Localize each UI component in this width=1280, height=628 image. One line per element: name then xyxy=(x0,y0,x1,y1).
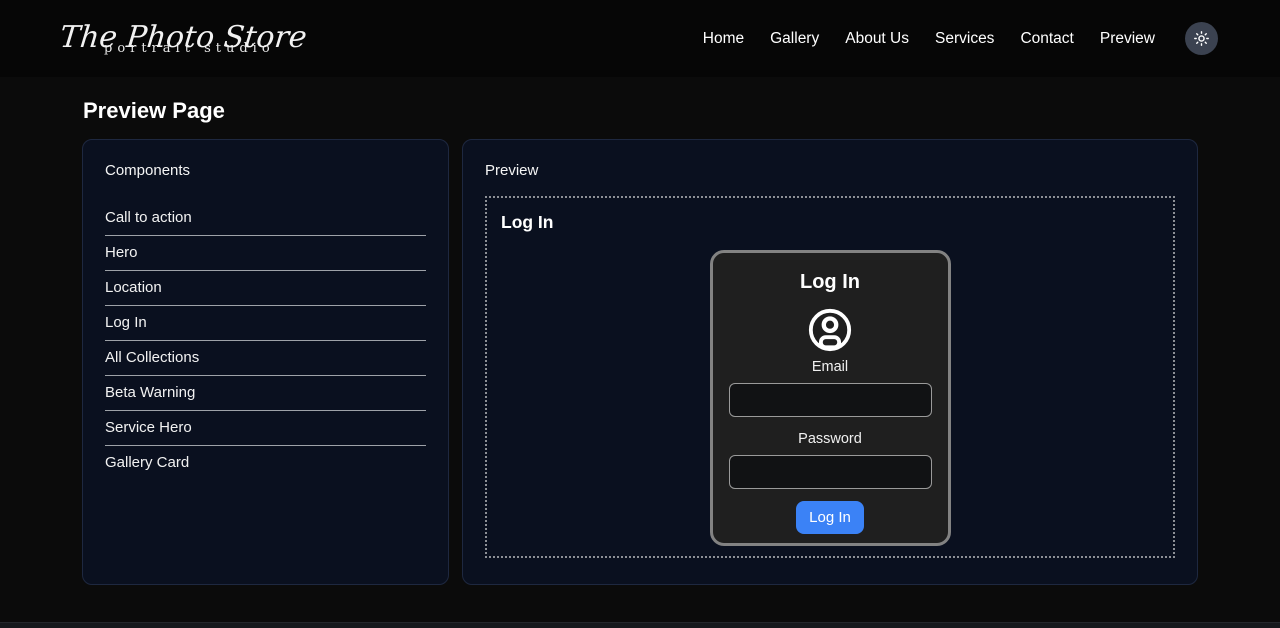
component-item-all-collections[interactable]: All Collections xyxy=(105,341,426,376)
preview-panel: Preview Log In Log In Email Password xyxy=(462,139,1198,585)
preview-dropzone: Log In Log In Email Password xyxy=(485,196,1175,558)
component-item-location[interactable]: Location xyxy=(105,271,426,306)
nav-item-preview[interactable]: Preview xyxy=(1100,30,1155,48)
component-item-service-hero[interactable]: Service Hero xyxy=(105,411,426,446)
nav-item-contact[interactable]: Contact xyxy=(1020,30,1073,48)
content-columns: Components Call to action Hero Location … xyxy=(82,139,1198,585)
components-list: Call to action Hero Location Log In All … xyxy=(105,201,426,480)
password-field[interactable] xyxy=(729,455,932,489)
nav-item-services[interactable]: Services xyxy=(935,30,994,48)
components-panel-title: Components xyxy=(105,162,426,179)
preview-panel-title: Preview xyxy=(485,162,1175,179)
main-nav: Home Gallery About Us Services Contact P… xyxy=(703,22,1218,55)
footer-strip xyxy=(0,622,1280,628)
logo-title: The Photo Store xyxy=(58,23,308,53)
preview-section-title: Log In xyxy=(501,212,1159,233)
login-card-title: Log In xyxy=(729,269,932,295)
nav-item-home[interactable]: Home xyxy=(703,30,744,48)
site-logo[interactable]: The Photo Store portrait studio xyxy=(60,23,307,55)
components-panel: Components Call to action Hero Location … xyxy=(82,139,449,585)
theme-toggle-button[interactable] xyxy=(1185,22,1218,55)
email-label: Email xyxy=(729,357,932,377)
component-item-hero[interactable]: Hero xyxy=(105,236,426,271)
component-item-gallery-card[interactable]: Gallery Card xyxy=(105,446,426,480)
password-label: Password xyxy=(729,429,932,449)
person-circle-icon xyxy=(729,307,932,353)
component-item-call-to-action[interactable]: Call to action xyxy=(105,201,426,236)
component-item-beta-warning[interactable]: Beta Warning xyxy=(105,376,426,411)
sun-icon xyxy=(1193,30,1210,47)
component-item-log-in[interactable]: Log In xyxy=(105,306,426,341)
login-submit-button[interactable]: Log In xyxy=(796,501,864,534)
nav-item-gallery[interactable]: Gallery xyxy=(770,30,819,48)
main-content: Preview Page Components Call to action H… xyxy=(0,98,1280,585)
login-card: Log In Email Password Log In xyxy=(710,250,951,546)
email-field[interactable] xyxy=(729,383,932,417)
page-title: Preview Page xyxy=(83,98,1198,124)
header: The Photo Store portrait studio Home Gal… xyxy=(0,0,1280,77)
nav-item-about-us[interactable]: About Us xyxy=(845,30,909,48)
